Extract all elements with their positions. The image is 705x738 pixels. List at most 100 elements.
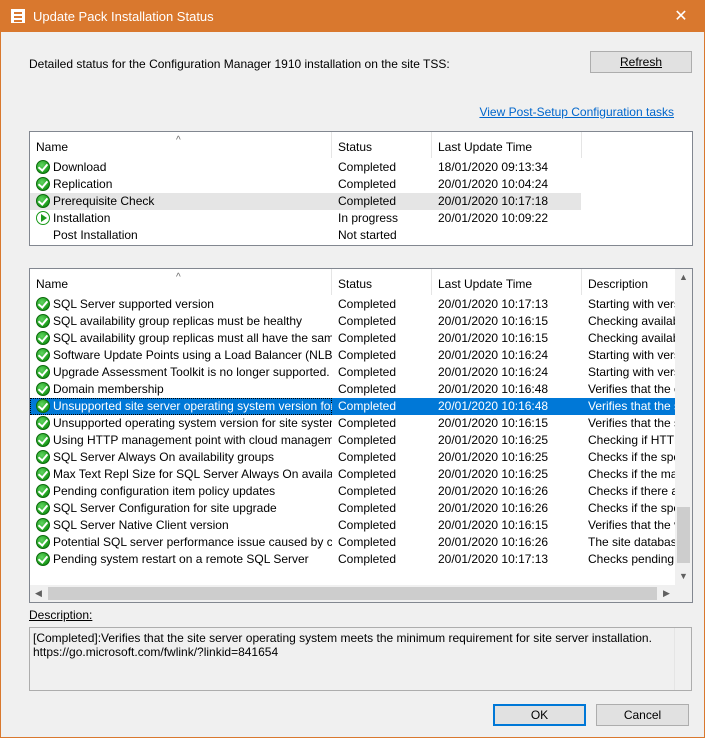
completed-check-icon <box>36 160 50 174</box>
prereq-row[interactable]: Pending configuration item policy update… <box>30 483 675 500</box>
vertical-scroll-thumb[interactable] <box>677 507 690 563</box>
prereq-row[interactable]: Pending system restart on a remote SQL S… <box>30 551 675 568</box>
prereq-row[interactable]: Software Update Points using a Load Bala… <box>30 347 675 364</box>
scroll-left-icon[interactable]: ◀ <box>30 585 47 602</box>
prereq-row[interactable]: SQL Server Native Client version Complete… <box>30 517 675 534</box>
prereq-time-cell: 20/01/2020 10:16:15 <box>438 518 549 532</box>
phase-row[interactable]: Download Completed 18/01/2020 09:13:34 <box>30 159 581 176</box>
refresh-label: Refresh <box>619 55 663 69</box>
ok-button[interactable]: OK <box>493 704 586 726</box>
prereq-row[interactable]: Using HTTP management point with cloud m… <box>30 432 675 449</box>
prereq-name-cell: Software Update Points using a Load Bala… <box>30 347 332 364</box>
horizontal-scroll-thumb[interactable] <box>48 587 657 600</box>
completed-check-icon <box>36 416 50 430</box>
prereq-name-cell: Unsupported site server operating system… <box>30 398 332 415</box>
description-label: Description: <box>29 608 93 622</box>
phase-status-cell: Not started <box>338 228 397 242</box>
prereq-time-cell: 20/01/2020 10:16:24 <box>438 348 549 362</box>
description-box[interactable]: [Completed]:Verifies that the site serve… <box>29 627 692 691</box>
prereq-row[interactable]: Upgrade Assessment Toolkit is no longer … <box>30 364 675 381</box>
prereq-row[interactable]: SQL availability group replicas must all… <box>30 330 675 347</box>
intro-text: Detailed status for the Configuration Ma… <box>29 57 450 71</box>
prereq-status-cell: Completed <box>338 416 397 430</box>
prereq-row[interactable]: Potential SQL server performance issue c… <box>30 534 675 551</box>
column-header-status[interactable]: Status <box>332 132 432 158</box>
prereq-description-cell: Checks if the spec <box>588 450 675 464</box>
phase-row[interactable]: Installation In progress 20/01/2020 10:09:… <box>30 210 581 227</box>
post-setup-configuration-link[interactable]: View Post-Setup Configuration tasks <box>479 105 674 119</box>
prereq-name-cell: Using HTTP management point with cloud m… <box>30 432 332 449</box>
cancel-button[interactable]: Cancel <box>596 704 689 726</box>
prereq-time-cell: 20/01/2020 10:16:26 <box>438 484 549 498</box>
column-header-description[interactable]: Description <box>582 269 675 295</box>
prereq-row[interactable]: Unsupported site server operating system… <box>30 398 675 415</box>
prereq-row[interactable]: SQL Server Configuration for site upgrad… <box>30 500 675 517</box>
phase-row[interactable]: Prerequisite Check Completed 20/01/2020 10… <box>30 193 581 210</box>
phase-name-cell: Post Installation <box>53 228 138 242</box>
close-icon[interactable]: ✕ <box>658 1 704 32</box>
in-progress-play-icon <box>36 211 50 225</box>
prereq-name-cell: Potential SQL server performance issue c… <box>30 534 332 551</box>
prereq-time-cell: 20/01/2020 10:16:25 <box>438 467 549 481</box>
phase-name-cell: Prerequisite Check <box>30 193 332 210</box>
prereq-description-cell: The site database <box>588 535 675 549</box>
prereq-name-cell: Max Text Repl Size for SQL Server Always… <box>30 466 332 483</box>
prereq-row[interactable]: Unsupported operating system version for… <box>30 415 675 432</box>
prereq-status-cell: Completed <box>338 501 397 515</box>
completed-check-icon <box>36 297 50 311</box>
prereq-description-cell: Verifies that the co <box>588 382 675 396</box>
prereq-name-cell: SQL availability group replicas must be … <box>30 313 332 330</box>
column-header-last-update-time[interactable]: Last Update Time <box>432 269 582 295</box>
description-scrollbar[interactable] <box>674 628 691 690</box>
prereq-description-cell: Verifies that the site <box>588 416 675 430</box>
description-text-line-2: https://go.microsoft.com/fwlink/?linkid=… <box>33 645 279 659</box>
prereq-description-cell: Checking if HTTP <box>588 433 675 447</box>
column-header-last-update-time[interactable]: Last Update Time <box>432 132 582 158</box>
prereq-time-cell: 20/01/2020 10:16:15 <box>438 331 549 345</box>
phase-status-cell: Completed <box>338 177 397 191</box>
prereq-time-cell: 20/01/2020 10:16:25 <box>438 450 549 464</box>
phase-status-cell: Completed <box>338 160 397 174</box>
prereq-status-cell: Completed <box>338 552 397 566</box>
prereq-name-cell: Pending configuration item policy update… <box>30 483 332 500</box>
prereq-time-cell: 20/01/2020 10:16:26 <box>438 535 549 549</box>
vertical-scrollbar[interactable]: ▲ ▼ <box>675 269 692 585</box>
prereq-name-cell: Pending system restart on a remote SQL S… <box>30 551 332 568</box>
prereq-row[interactable]: SQL availability group replicas must be … <box>30 313 675 330</box>
prereq-status-cell: Completed <box>338 365 397 379</box>
phase-time-cell: 20/01/2020 10:04:24 <box>438 177 549 191</box>
horizontal-scrollbar[interactable]: ◀ ▶ <box>30 585 675 602</box>
phase-time-cell: 20/01/2020 10:17:18 <box>438 194 549 208</box>
phase-row[interactable]: Replication Completed 20/01/2020 10:04:24 <box>30 176 581 193</box>
phase-list[interactable]: Name ^ Status Last Update Time Download Co… <box>29 131 693 246</box>
completed-check-icon <box>36 314 50 328</box>
scroll-right-icon[interactable]: ▶ <box>658 585 675 602</box>
prereq-status-cell: Completed <box>338 467 397 481</box>
scroll-down-icon[interactable]: ▼ <box>675 568 692 585</box>
completed-check-icon <box>36 365 50 379</box>
prereq-status-cell: Completed <box>338 535 397 549</box>
column-header-name[interactable]: Name ^ <box>30 269 332 295</box>
prereq-status-cell: Completed <box>338 518 397 532</box>
column-header-status[interactable]: Status <box>332 269 432 295</box>
prereq-description-cell: Checks if the spec <box>588 501 675 515</box>
prereq-row[interactable]: Max Text Repl Size for SQL Server Always… <box>30 466 675 483</box>
prereq-row[interactable]: SQL Server Always On availability groups… <box>30 449 675 466</box>
prereq-description-cell: Starting with versio <box>588 348 675 362</box>
column-header-name[interactable]: Name ^ <box>30 132 332 158</box>
scroll-up-icon[interactable]: ▲ <box>675 269 692 286</box>
prerequisite-check-list[interactable]: Name ^ Status Last Update Time Descriptio… <box>29 268 693 603</box>
prereq-name-cell: SQL availability group replicas must all… <box>30 330 332 347</box>
prereq-row[interactable]: SQL Server supported version Completed 20/… <box>30 296 675 313</box>
prereq-row[interactable]: Domain membership Completed 20/01/2020 10:… <box>30 381 675 398</box>
completed-check-icon <box>36 552 50 566</box>
prereq-status-cell: Completed <box>338 314 397 328</box>
refresh-button[interactable]: Refresh <box>590 51 692 73</box>
prereq-status-cell: Completed <box>338 399 397 413</box>
phase-row[interactable]: Post Installation Not started <box>30 227 581 244</box>
completed-check-icon <box>36 177 50 191</box>
title-bar[interactable]: Update Pack Installation Status ✕ <box>1 1 704 32</box>
prereq-description-cell: Checking availabili <box>588 331 675 345</box>
prereq-description-cell: Starting with versio <box>588 297 675 311</box>
prereq-description-cell: Checks if the max t <box>588 467 675 481</box>
